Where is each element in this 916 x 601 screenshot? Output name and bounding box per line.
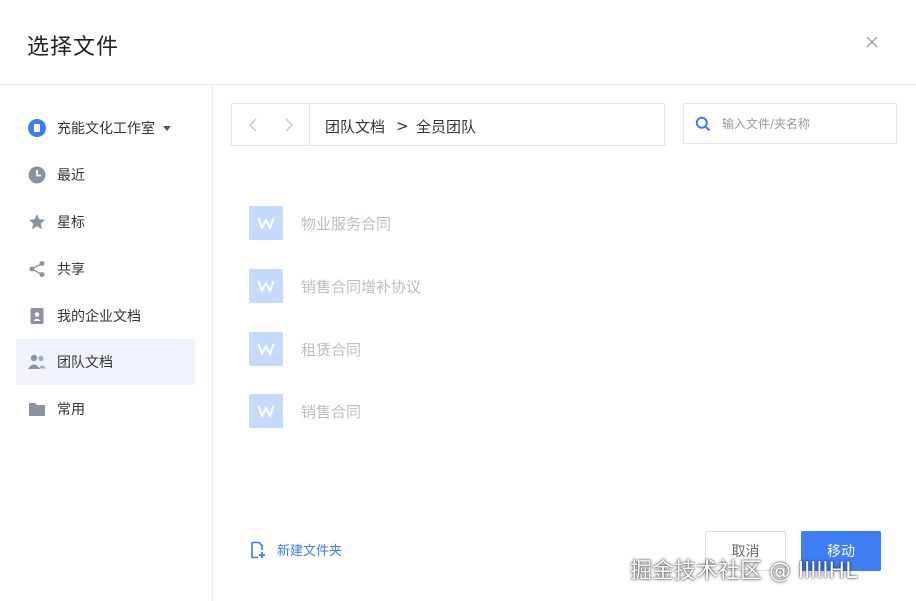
sidebar: 充能文化工作室 最近 星标 共享 我的企业文档 团队文档 常用 xyxy=(0,85,213,601)
file-item[interactable]: 租赁合同 xyxy=(249,331,649,367)
dialog-title: 选择文件 xyxy=(27,35,120,60)
sidebar-item-starred[interactable]: 星标 xyxy=(16,199,195,245)
share-icon xyxy=(27,259,47,279)
sidebar-item-label: 共享 xyxy=(57,262,85,278)
folder-icon xyxy=(27,399,47,419)
workspace-label: 充能文化工作室 xyxy=(57,121,155,137)
file-name: 物业服务合同 xyxy=(301,214,392,233)
star-icon xyxy=(27,212,47,232)
workspace-icon xyxy=(27,118,47,138)
chevron-down-icon xyxy=(163,125,171,131)
file-name: 销售合同 xyxy=(301,402,362,421)
sidebar-item-my-docs[interactable]: 我的企业文档 xyxy=(16,293,195,339)
watermark-text: 掘金技术社区 @ lllllHL xyxy=(630,559,858,584)
sidebar-item-shared[interactable]: 共享 xyxy=(16,246,195,292)
file-name: 销售合同增补协议 xyxy=(301,277,422,296)
sidebar-item-label: 常用 xyxy=(57,402,85,418)
word-doc-icon xyxy=(249,206,283,240)
sidebar-item-label: 最近 xyxy=(57,168,85,184)
search-input[interactable] xyxy=(720,112,892,136)
word-doc-icon xyxy=(249,332,283,366)
file-item[interactable]: 销售合同 xyxy=(249,393,649,429)
sidebar-item-label: 团队文档 xyxy=(57,355,113,371)
search-box xyxy=(683,103,897,144)
word-doc-icon xyxy=(249,269,283,303)
team-icon xyxy=(27,352,47,372)
sidebar-item-label: 我的企业文档 xyxy=(57,309,141,325)
file-item[interactable]: 销售合同增补协议 xyxy=(249,268,649,304)
breadcrumb: 团队文档 > 全员团队 xyxy=(231,103,665,146)
person-doc-icon xyxy=(27,306,47,326)
file-item[interactable]: 物业服务合同 xyxy=(249,205,649,241)
new-folder-label: 新建文件夹 xyxy=(277,544,343,559)
new-folder-icon xyxy=(249,541,267,559)
new-folder-button[interactable]: 新建文件夹 xyxy=(249,540,342,559)
breadcrumb-current: 全员团队 xyxy=(416,118,477,136)
breadcrumb-separator: > xyxy=(396,117,409,135)
workspace-selector[interactable]: 充能文化工作室 xyxy=(16,105,195,151)
sidebar-item-team-docs[interactable]: 团队文档 xyxy=(16,339,195,385)
file-name: 租赁合同 xyxy=(301,340,362,359)
close-icon[interactable] xyxy=(864,34,880,50)
chevron-right-icon[interactable] xyxy=(279,116,297,134)
breadcrumb-root[interactable]: 团队文档 xyxy=(325,116,385,137)
breadcrumb-divider xyxy=(309,104,310,145)
word-doc-icon xyxy=(249,394,283,428)
sidebar-item-label: 星标 xyxy=(57,215,85,231)
dialog-header: 选择文件 xyxy=(0,0,916,85)
sidebar-item-recent[interactable]: 最近 xyxy=(16,152,195,198)
search-icon xyxy=(695,116,711,132)
sidebar-item-frequent[interactable]: 常用 xyxy=(16,386,195,432)
chevron-left-icon[interactable] xyxy=(245,116,263,134)
clock-icon xyxy=(27,165,47,185)
